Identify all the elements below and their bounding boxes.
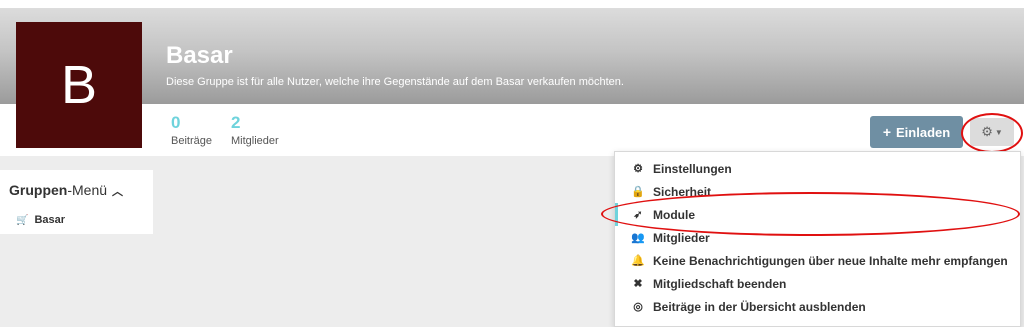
cogs-icon: ⚙ (633, 163, 643, 175)
menu-item-label: Keine Benachrichtigungen über neue Inhal… (653, 253, 1008, 268)
rocket-icon: ➶ (633, 209, 643, 221)
menu-item-label: Mitglieder (653, 230, 710, 245)
chevron-up-icon: ︿ (112, 186, 124, 198)
menu-item-sicherheit[interactable]: 🔒 Sicherheit (615, 180, 1020, 203)
settings-dropdown-button[interactable]: ⚙ ▼ (970, 118, 1014, 146)
menu-item-notifications-off[interactable]: 🔔 Keine Benachrichtigungen über neue Inha… (615, 249, 1020, 272)
stat-members-label: Mitglieder (231, 135, 279, 147)
avatar-letter: B (60, 55, 98, 115)
group-menu-item-label: Basar (34, 214, 66, 226)
invite-button[interactable]: + Einladen (870, 116, 963, 148)
times-icon: ✖ (633, 278, 643, 290)
group-menu-title[interactable]: Gruppen-Menü ︿ (9, 182, 123, 199)
stat-posts[interactable]: 0 Beiträge (171, 113, 212, 148)
group-menu-title-rest: -Menü (67, 182, 108, 198)
settings-dropdown-menu: ⚙ Einstellungen 🔒 Sicherheit ➶ Module 👥 Mitg… (614, 151, 1021, 327)
stat-posts-label: Beiträge (171, 135, 212, 147)
invite-button-label: Einladen (896, 124, 951, 140)
menu-item-einstellungen[interactable]: ⚙ Einstellungen (615, 157, 1020, 180)
caret-down-icon: ▼ (994, 127, 1003, 137)
group-title: Basar (166, 42, 233, 69)
group-menu-item-basar[interactable]: 🛒 Basar (16, 214, 65, 226)
menu-item-label: Sicherheit (653, 184, 712, 199)
plus-icon: + (882, 124, 891, 140)
gear-icon: ⚙ (981, 124, 993, 139)
group-avatar[interactable]: B (16, 22, 142, 148)
bell-icon: 🔔 (631, 255, 645, 267)
top-strip (0, 0, 1024, 8)
eye-slash-icon: ◎ (633, 301, 643, 313)
group-banner (0, 8, 1024, 104)
group-description: Diese Gruppe ist für alle Nutzer, welche… (166, 76, 624, 88)
cart-icon: 🛒 (16, 214, 29, 226)
users-icon: 👥 (631, 232, 645, 244)
menu-item-leave-membership[interactable]: ✖ Mitgliedschaft beenden (615, 272, 1020, 295)
stat-members-value: 2 (231, 113, 241, 132)
lock-icon: 🔒 (631, 186, 645, 198)
menu-item-label: Beiträge in der Übersicht ausblenden (653, 299, 866, 314)
group-menu-panel: Gruppen-Menü ︿ 🛒 Basar (0, 170, 153, 234)
menu-item-label: Module (653, 207, 695, 222)
group-menu-title-bold: Gruppen (9, 182, 68, 198)
menu-item-module[interactable]: ➶ Module (615, 203, 1020, 226)
menu-item-mitglieder[interactable]: 👥 Mitglieder (615, 226, 1020, 249)
menu-item-label: Mitgliedschaft beenden (653, 276, 787, 291)
stat-posts-value: 0 (171, 113, 181, 132)
menu-item-label: Einstellungen (653, 161, 732, 176)
stat-members[interactable]: 2 Mitglieder (231, 113, 279, 148)
menu-item-hide-posts[interactable]: ◎ Beiträge in der Übersicht ausblenden (615, 295, 1020, 318)
